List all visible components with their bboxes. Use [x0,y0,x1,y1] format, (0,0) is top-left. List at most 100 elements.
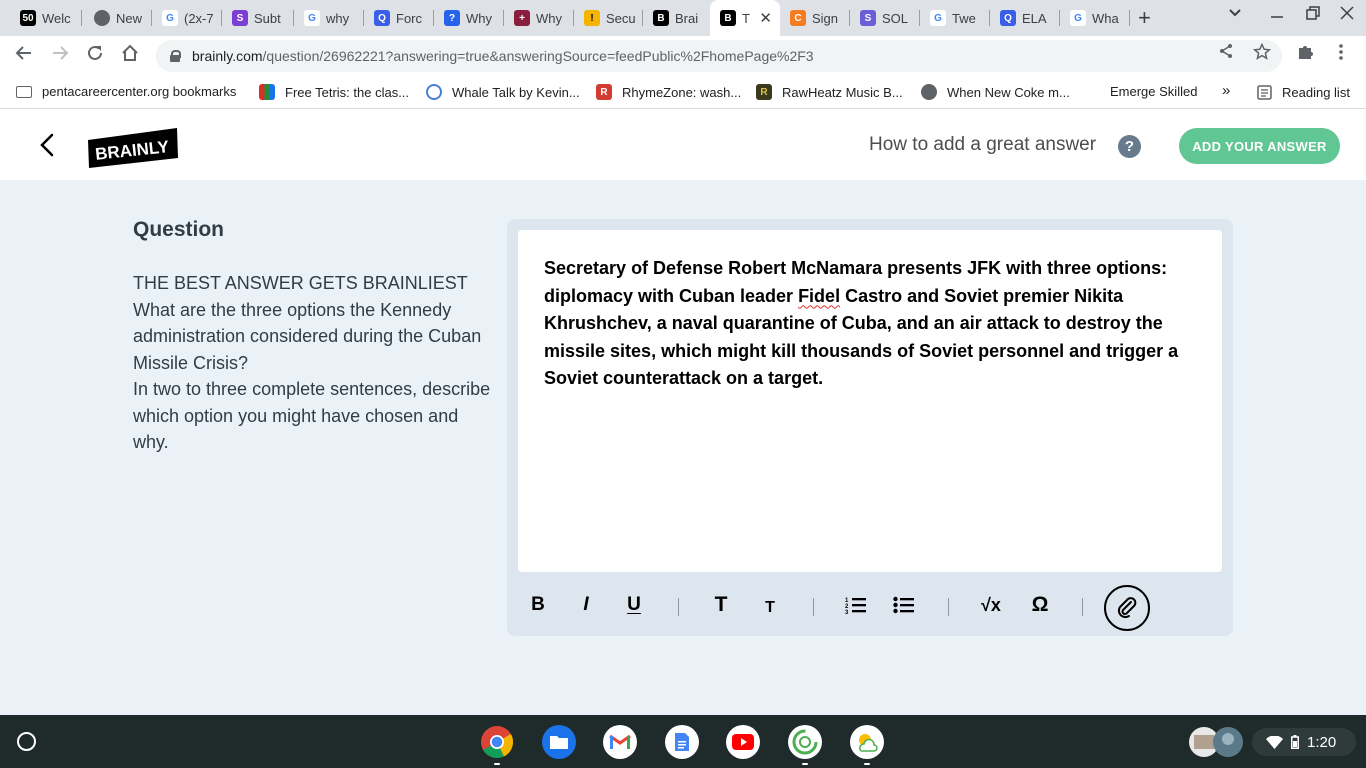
question-line: What are the three options the Kennedy a… [133,299,482,373]
question-heading: Question [133,218,225,241]
special-symbol-button[interactable]: Ω [1026,593,1054,617]
browser-tab[interactable]: + Why [504,0,574,36]
bookmark-free-tetris[interactable]: Free Tetris: the clas... [259,84,409,100]
bookmark-rawheatz[interactable]: R RawHeatz Music B... [756,84,903,100]
italic-button[interactable]: I [572,593,600,617]
tab-favicon-icon: ? [444,10,460,26]
browser-tab[interactable]: B T ✕ [710,0,780,36]
youtube-app-icon[interactable] [726,725,760,759]
heading-small-button[interactable]: T [756,596,784,620]
docs-app-icon[interactable] [665,725,699,759]
browser-tab[interactable]: G (2x-7 [152,0,222,36]
tab-favicon-icon: B [720,10,736,26]
svg-text:3: 3 [845,610,849,615]
new-tab-button[interactable]: + [1138,5,1151,31]
math-button[interactable]: √x [977,593,1005,617]
reload-icon[interactable] [83,44,107,68]
tab-close-icon[interactable]: ✕ [759,9,772,27]
misspelled-word[interactable]: Fidel [798,286,840,306]
question-line: In two to three complete sentences, desc… [133,379,491,452]
tab-title: Why [536,10,562,26]
bookmark-folder-pentacareercenter[interactable]: pentacareercenter.org bookmarks [16,84,236,99]
bullet-list-icon[interactable] [890,593,918,617]
rhymezone-icon: R [596,84,612,100]
tab-favicon-icon: G [930,10,946,26]
restore-icon[interactable] [1306,6,1320,25]
tab-title: Sign [812,10,839,26]
app-running-indicator [864,763,870,765]
browser-tab[interactable]: G Wha [1060,0,1130,36]
browser-tab[interactable]: G Twe [920,0,990,36]
formatting-toolbar: B I U T T 123 √x Ω [507,585,1233,631]
bookmark-star-icon[interactable] [1252,42,1272,66]
browser-tab[interactable]: 50 Welc [10,0,82,36]
underline-button[interactable]: U [620,593,648,617]
attachment-paperclip-icon[interactable] [1104,585,1150,631]
toolbar-divider [678,598,679,616]
toolbar-divider [948,598,949,616]
browser-tab[interactable]: C Sign [780,0,850,36]
reading-list-button[interactable]: Reading list [1256,84,1350,100]
tab-strip: 50 Welc New G (2x-7 S Subt Gwhy Q Forc? Why + Why! Se… [0,0,1366,36]
tab-title: Subt [254,10,281,26]
lock-icon[interactable] [170,50,181,62]
tab-search-icon[interactable] [1228,6,1242,25]
browser-tab[interactable]: Q Forc [364,0,434,36]
minimize-icon[interactable] [1270,6,1284,25]
brainly-logo[interactable]: BRAINLY [88,128,178,168]
user-avatars[interactable] [1188,726,1244,758]
how-to-answer-link[interactable]: How to add a great answer [869,134,1096,156]
browser-tab[interactable]: New [84,0,152,36]
wifi-icon [1266,735,1283,749]
extensions-icon[interactable] [1297,43,1314,65]
home-icon[interactable] [118,44,142,68]
share-icon[interactable] [1218,43,1234,64]
tab-favicon-icon: ! [584,10,600,26]
chrome-app-icon[interactable] [480,725,514,759]
bold-button[interactable]: B [524,593,552,617]
files-app-icon[interactable] [542,725,576,759]
answer-textarea[interactable]: Secretary of Defense Robert McNamara pre… [518,230,1222,572]
bookmark-emerge-skilled[interactable]: Emerge Skilled [1110,84,1197,99]
bookmark-new-coke[interactable]: When New Coke m... [921,84,1070,100]
back-arrow-icon[interactable] [36,132,60,158]
forward-icon[interactable] [48,44,72,68]
weather-app-icon[interactable] [850,725,884,759]
address-bar[interactable]: brainly.com/question/26962221?answering=… [156,40,1282,72]
back-icon[interactable] [12,44,36,68]
browser-tab[interactable]: B Brai [643,0,710,36]
answer-text[interactable]: Secretary of Defense Robert McNamara pre… [544,255,1196,393]
close-window-icon[interactable] [1340,6,1354,25]
tab-title: New [116,10,143,26]
tab-title: T [742,10,750,26]
browser-tab[interactable]: ! Secu [574,0,643,36]
help-question-icon[interactable]: ? [1118,135,1141,158]
timer-app-icon[interactable] [788,725,822,759]
battery-icon [1291,735,1299,749]
tab-favicon-icon: Q [1000,10,1016,26]
url-domain: brainly.com [192,48,263,64]
menu-dots-icon[interactable] [1338,43,1344,66]
browser-tab[interactable]: S Subt [222,0,294,36]
bookmark-rhymezone[interactable]: R RhymeZone: wash... [596,84,741,100]
numbered-list-icon[interactable]: 123 [842,593,870,617]
gmail-app-icon[interactable] [603,725,637,759]
tab-favicon-icon: C [790,10,806,26]
tab-favicon-icon: Q [374,10,390,26]
tab-favicon-icon: + [514,10,530,26]
browser-tab[interactable]: ? Why [434,0,504,36]
launcher-icon[interactable] [17,732,36,751]
browser-tab[interactable]: Q ELA [990,0,1060,36]
app-running-indicator [802,763,808,765]
heading-large-button[interactable]: T [707,593,735,617]
browser-tab[interactable]: S SOL [850,0,920,36]
tab-title: Welc [42,10,71,26]
tab-title: Twe [952,10,976,26]
bookmarks-overflow-button[interactable]: » [1222,82,1230,99]
browser-tab[interactable]: Gwhy [294,0,364,36]
toolbar-divider [1082,598,1083,616]
bookmark-whale-talk[interactable]: Whale Talk by Kevin... [426,84,580,100]
add-your-answer-button[interactable]: ADD YOUR ANSWER [1179,128,1340,164]
tab-title: why [326,10,350,26]
status-tray[interactable]: 1:20 [1252,728,1356,756]
